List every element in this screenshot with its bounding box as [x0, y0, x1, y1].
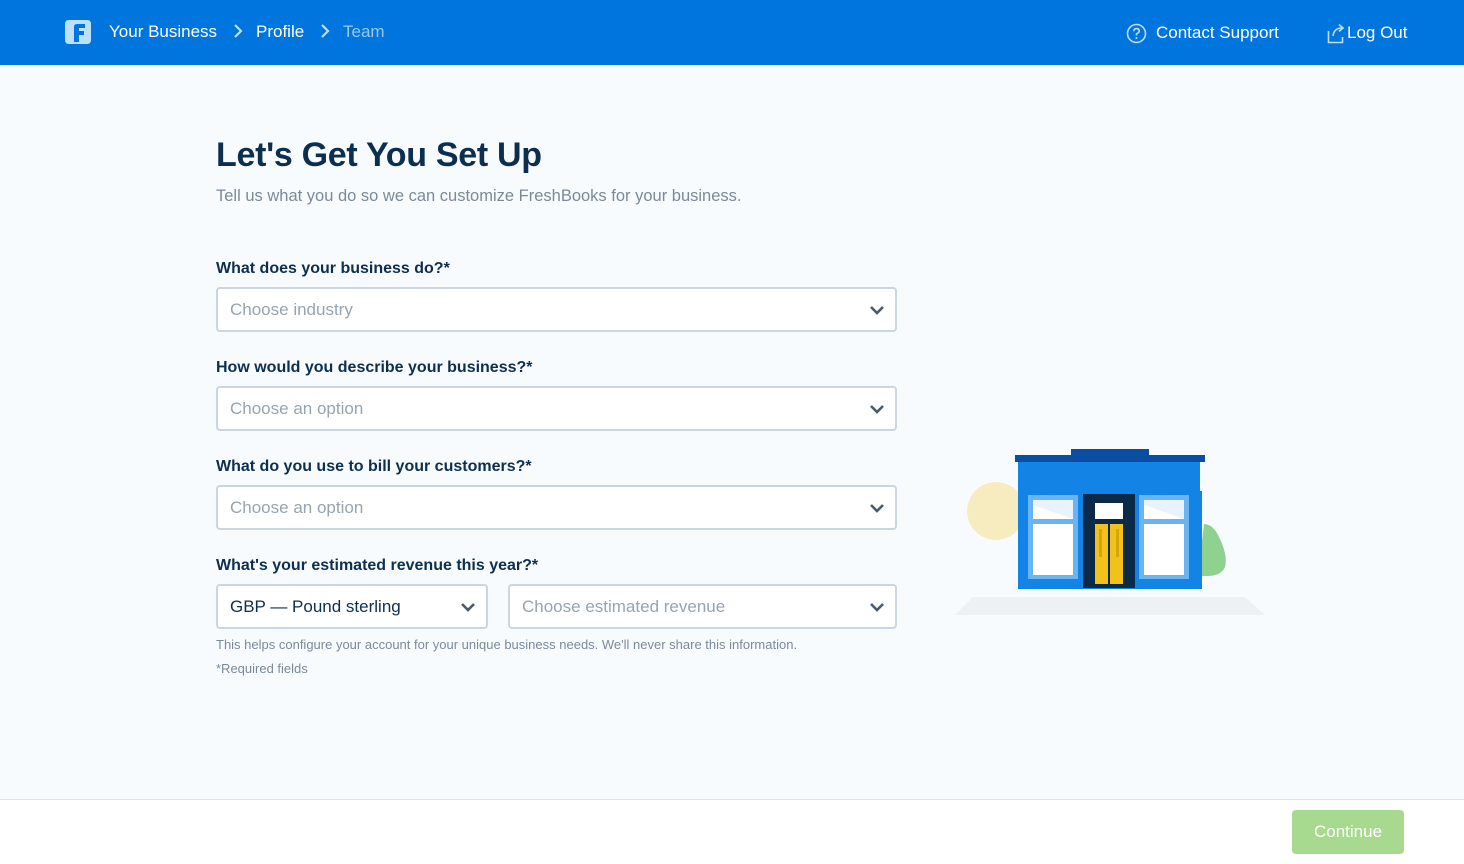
chevron-down-icon	[461, 603, 475, 612]
contact-support-link[interactable]: Contact Support	[1126, 21, 1279, 45]
billing-method-select-value: Choose an option	[230, 498, 364, 517]
log-out-link[interactable]: Log Out	[1327, 21, 1408, 45]
revenue-select[interactable]: Choose estimated revenue	[508, 584, 897, 629]
breadcrumb-your-business[interactable]: Your Business	[109, 21, 217, 43]
chevron-down-icon	[870, 405, 884, 414]
billing-method-question-label: What do you use to bill your customers?*	[216, 458, 532, 475]
chevron-right-icon	[234, 24, 243, 38]
chevron-down-icon	[870, 504, 884, 513]
question-circle-icon	[1126, 23, 1147, 43]
industry-select[interactable]: Choose industry	[216, 287, 897, 332]
industry-question-label: What does your business do?*	[216, 260, 450, 277]
currency-select[interactable]: GBP — Pound sterling	[216, 584, 488, 629]
breadcrumb-profile[interactable]: Profile	[256, 21, 304, 43]
business-description-select[interactable]: Choose an option	[216, 386, 897, 431]
revenue-select-value: Choose estimated revenue	[522, 597, 726, 616]
storefront-illustration	[955, 449, 1265, 615]
currency-select-value: GBP — Pound sterling	[230, 597, 401, 616]
footer-bar	[0, 799, 1464, 864]
log-out-label: Log Out	[1347, 23, 1408, 42]
help-text: This helps configure your account for yo…	[216, 637, 798, 652]
chevron-right-icon	[321, 24, 330, 38]
logout-icon	[1327, 23, 1345, 43]
page-title: Let's Get You Set Up	[216, 136, 542, 174]
freshbooks-logo-icon[interactable]	[64, 18, 92, 46]
continue-button[interactable]: Continue	[1292, 810, 1404, 854]
contact-support-label: Contact Support	[1156, 23, 1279, 42]
business-description-select-value: Choose an option	[230, 399, 364, 418]
billing-method-select[interactable]: Choose an option	[216, 485, 897, 530]
required-fields-note: *Required fields	[216, 661, 308, 676]
industry-select-value: Choose industry	[230, 300, 353, 319]
page-subtitle: Tell us what you do so we can customize …	[216, 187, 742, 205]
top-nav-bar: Your Business Profile Team Contact Suppo…	[0, 0, 1464, 65]
chevron-down-icon	[870, 603, 884, 612]
chevron-down-icon	[870, 306, 884, 315]
business-description-question-label: How would you describe your business?*	[216, 359, 533, 376]
breadcrumb-team: Team	[343, 22, 385, 41]
revenue-question-label: What's your estimated revenue this year?…	[216, 557, 539, 574]
